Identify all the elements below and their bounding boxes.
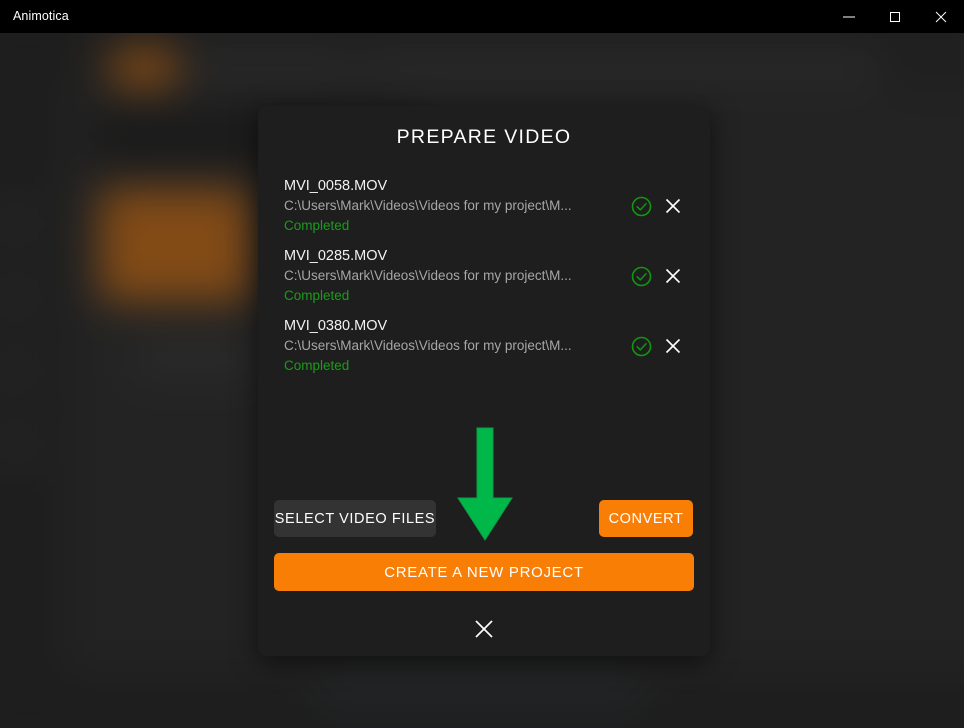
close-icon	[475, 620, 493, 638]
file-path: C:\Users\Mark\Videos\Videos for my proje…	[284, 268, 572, 283]
file-status: Completed	[284, 218, 350, 233]
file-completed-indicator	[630, 265, 652, 287]
check-circle-icon	[631, 336, 651, 356]
file-row-actions	[630, 265, 684, 287]
close-window-button[interactable]	[918, 0, 964, 33]
file-path: C:\Users\Mark\Videos\Videos for my proje…	[284, 338, 572, 353]
maximize-icon	[890, 11, 900, 22]
file-status: Completed	[284, 358, 350, 373]
remove-file-button[interactable]	[662, 265, 684, 287]
file-list: MVI_0058.MOV C:\Users\Mark\Videos\Videos…	[284, 176, 684, 386]
close-icon	[935, 11, 947, 22]
window-title: Animotica	[13, 9, 69, 23]
file-info: MVI_0058.MOV C:\Users\Mark\Videos\Videos…	[284, 176, 592, 236]
remove-file-button[interactable]	[662, 195, 684, 217]
dialog-title: PREPARE VIDEO	[396, 126, 572, 148]
close-dialog-button[interactable]	[469, 614, 499, 644]
file-status: Completed	[284, 288, 350, 303]
check-circle-icon	[631, 196, 651, 216]
file-name: MVI_0380.MOV	[284, 318, 388, 334]
select-video-files-button[interactable]: SELECT VIDEO FILES	[274, 500, 436, 537]
minimize-icon	[843, 16, 855, 17]
close-icon	[665, 268, 681, 284]
file-list-item: MVI_0058.MOV C:\Users\Mark\Videos\Videos…	[284, 176, 684, 246]
file-row-actions	[630, 335, 684, 357]
file-list-item: MVI_0285.MOV C:\Users\Mark\Videos\Videos…	[284, 246, 684, 316]
close-icon	[665, 338, 681, 354]
file-name: MVI_0058.MOV	[284, 178, 388, 194]
close-icon	[665, 198, 681, 214]
file-name: MVI_0285.MOV	[284, 248, 388, 264]
maximize-button[interactable]	[872, 0, 918, 33]
check-circle-icon	[631, 266, 651, 286]
prepare-video-dialog: PREPARE VIDEO MVI_0058.MOV C:\Users\Mark…	[258, 106, 710, 656]
title-bar: Animotica	[0, 0, 964, 33]
file-row-actions	[630, 195, 684, 217]
file-info: MVI_0285.MOV C:\Users\Mark\Videos\Videos…	[284, 246, 592, 306]
file-path: C:\Users\Mark\Videos\Videos for my proje…	[284, 198, 572, 213]
remove-file-button[interactable]	[662, 335, 684, 357]
convert-button[interactable]: CONVERT	[599, 500, 693, 537]
minimize-button[interactable]	[826, 0, 872, 33]
dialog-title-wrapper: PREPARE VIDEO	[258, 126, 710, 149]
file-info: MVI_0380.MOV C:\Users\Mark\Videos\Videos…	[284, 316, 592, 376]
file-completed-indicator	[630, 335, 652, 357]
create-new-project-button[interactable]: CREATE A NEW PROJECT	[274, 553, 694, 591]
file-completed-indicator	[630, 195, 652, 217]
application-window: Animotica PREPARE VIDEO MVI_0058.MOV C:\…	[0, 0, 964, 728]
file-list-item: MVI_0380.MOV C:\Users\Mark\Videos\Videos…	[284, 316, 684, 386]
